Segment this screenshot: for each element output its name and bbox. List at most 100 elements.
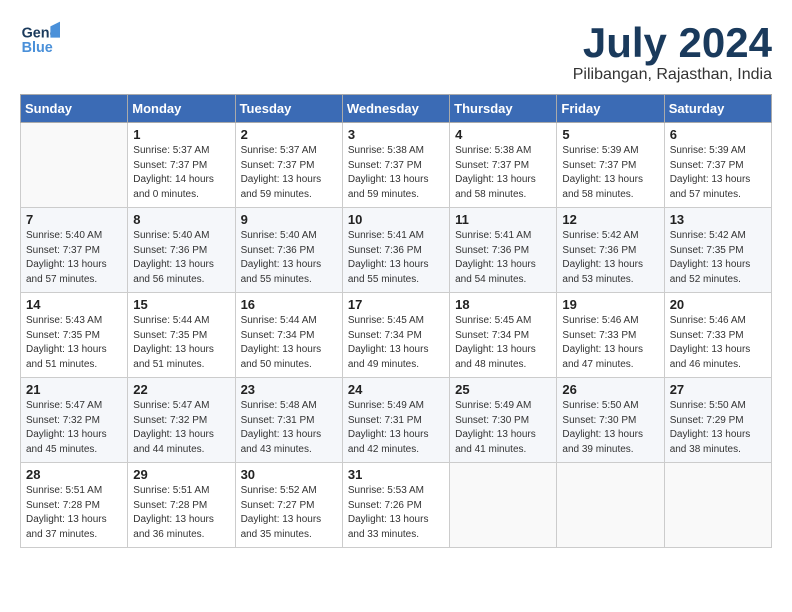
day-number: 11 xyxy=(455,212,551,227)
day-info: Sunrise: 5:38 AM Sunset: 7:37 PM Dayligh… xyxy=(348,144,444,202)
calendar-cell: 19 Sunrise: 5:46 AM Sunset: 7:33 PM Dayli… xyxy=(557,293,664,378)
day-info: Sunrise: 5:48 AM Sunset: 7:31 PM Dayligh… xyxy=(241,399,337,457)
day-number: 10 xyxy=(348,212,444,227)
svg-text:Blue: Blue xyxy=(22,40,53,56)
column-header-saturday: Saturday xyxy=(664,95,771,123)
week-row-2: 7 Sunrise: 5:40 AM Sunset: 7:37 PM Daylig… xyxy=(21,208,772,293)
calendar-header-row: SundayMondayTuesdayWednesdayThursdayFrid… xyxy=(21,95,772,123)
week-row-3: 14Sunrise: 5:43 AM Sunset: 7:35 PM Dayli… xyxy=(21,293,772,378)
column-header-sunday: Sunday xyxy=(21,95,128,123)
day-number: 21 xyxy=(26,382,122,397)
calendar-cell: 26 Sunrise: 5:50 AM Sunset: 7:30 PM Dayli… xyxy=(557,378,664,463)
day-number: 26 xyxy=(562,382,658,397)
day-info: Sunrise: 5:38 AM Sunset: 7:37 PM Dayligh… xyxy=(455,144,551,202)
calendar-cell: 24 Sunrise: 5:49 AM Sunset: 7:31 PM Dayli… xyxy=(342,378,449,463)
title-block: July 2024 Pilibangan, Rajasthan, India xyxy=(573,20,772,84)
calendar-cell: 29 Sunrise: 5:51 AM Sunset: 7:28 PM Dayli… xyxy=(128,463,235,548)
calendar-cell: 1 Sunrise: 5:37 AM Sunset: 7:37 PM Daylig… xyxy=(128,123,235,208)
day-info: Sunrise: 5:42 AM Sunset: 7:36 PM Dayligh… xyxy=(562,229,658,287)
calendar-cell: 12 Sunrise: 5:42 AM Sunset: 7:36 PM Dayli… xyxy=(557,208,664,293)
day-info: Sunrise: 5:44 AM Sunset: 7:35 PM Dayligh… xyxy=(133,314,229,372)
day-number: 24 xyxy=(348,382,444,397)
calendar-cell: 5 Sunrise: 5:39 AM Sunset: 7:37 PM Daylig… xyxy=(557,123,664,208)
location: Pilibangan, Rajasthan, India xyxy=(573,66,772,84)
week-row-1: 1 Sunrise: 5:37 AM Sunset: 7:37 PM Daylig… xyxy=(21,123,772,208)
calendar-cell: 13 Sunrise: 5:42 AM Sunset: 7:35 PM Dayli… xyxy=(664,208,771,293)
column-header-thursday: Thursday xyxy=(450,95,557,123)
day-info: Sunrise: 5:45 AM Sunset: 7:34 PM Dayligh… xyxy=(348,314,444,372)
calendar-cell: 17 Sunrise: 5:45 AM Sunset: 7:34 PM Dayli… xyxy=(342,293,449,378)
calendar-cell: 7 Sunrise: 5:40 AM Sunset: 7:37 PM Daylig… xyxy=(21,208,128,293)
day-info: Sunrise: 5:39 AM Sunset: 7:37 PM Dayligh… xyxy=(562,144,658,202)
day-info: Sunrise: 5:45 AM Sunset: 7:34 PM Dayligh… xyxy=(455,314,551,372)
day-info: Sunrise: 5:43 AM Sunset: 7:35 PM Dayligh… xyxy=(26,314,122,372)
day-number: 12 xyxy=(562,212,658,227)
day-info: Sunrise: 5:51 AM Sunset: 7:28 PM Dayligh… xyxy=(133,484,229,542)
calendar-cell: 2 Sunrise: 5:37 AM Sunset: 7:37 PM Daylig… xyxy=(235,123,342,208)
calendar-cell: 20 Sunrise: 5:46 AM Sunset: 7:33 PM Dayli… xyxy=(664,293,771,378)
day-number: 1 xyxy=(133,127,229,142)
calendar-cell: 27Sunrise: 5:50 AM Sunset: 7:29 PM Dayli… xyxy=(664,378,771,463)
day-info: Sunrise: 5:40 AM Sunset: 7:37 PM Dayligh… xyxy=(26,229,122,287)
day-number: 20 xyxy=(670,297,766,312)
day-number: 7 xyxy=(26,212,122,227)
day-number: 23 xyxy=(241,382,337,397)
column-header-tuesday: Tuesday xyxy=(235,95,342,123)
day-number: 15 xyxy=(133,297,229,312)
calendar-cell: 14Sunrise: 5:43 AM Sunset: 7:35 PM Dayli… xyxy=(21,293,128,378)
calendar-cell: 23 Sunrise: 5:48 AM Sunset: 7:31 PM Dayli… xyxy=(235,378,342,463)
day-number: 16 xyxy=(241,297,337,312)
day-info: Sunrise: 5:41 AM Sunset: 7:36 PM Dayligh… xyxy=(348,229,444,287)
calendar-table: SundayMondayTuesdayWednesdayThursdayFrid… xyxy=(20,94,772,548)
week-row-4: 21 Sunrise: 5:47 AM Sunset: 7:32 PM Dayli… xyxy=(21,378,772,463)
day-info: Sunrise: 5:49 AM Sunset: 7:30 PM Dayligh… xyxy=(455,399,551,457)
day-number: 19 xyxy=(562,297,658,312)
day-info: Sunrise: 5:47 AM Sunset: 7:32 PM Dayligh… xyxy=(133,399,229,457)
day-number: 29 xyxy=(133,467,229,482)
logo: General Blue xyxy=(20,20,64,60)
calendar-cell: 8 Sunrise: 5:40 AM Sunset: 7:36 PM Daylig… xyxy=(128,208,235,293)
day-number: 22 xyxy=(133,382,229,397)
calendar-cell: 10 Sunrise: 5:41 AM Sunset: 7:36 PM Dayli… xyxy=(342,208,449,293)
day-number: 18 xyxy=(455,297,551,312)
calendar-cell: 9Sunrise: 5:40 AM Sunset: 7:36 PM Daylig… xyxy=(235,208,342,293)
day-number: 2 xyxy=(241,127,337,142)
calendar-cell: 4Sunrise: 5:38 AM Sunset: 7:37 PM Daylig… xyxy=(450,123,557,208)
calendar-cell: 15 Sunrise: 5:44 AM Sunset: 7:35 PM Dayli… xyxy=(128,293,235,378)
calendar-cell xyxy=(557,463,664,548)
day-info: Sunrise: 5:47 AM Sunset: 7:32 PM Dayligh… xyxy=(26,399,122,457)
day-number: 28 xyxy=(26,467,122,482)
calendar-cell: 22 Sunrise: 5:47 AM Sunset: 7:32 PM Dayli… xyxy=(128,378,235,463)
day-number: 17 xyxy=(348,297,444,312)
calendar-cell: 18 Sunrise: 5:45 AM Sunset: 7:34 PM Dayli… xyxy=(450,293,557,378)
day-info: Sunrise: 5:51 AM Sunset: 7:28 PM Dayligh… xyxy=(26,484,122,542)
day-info: Sunrise: 5:46 AM Sunset: 7:33 PM Dayligh… xyxy=(562,314,658,372)
day-info: Sunrise: 5:46 AM Sunset: 7:33 PM Dayligh… xyxy=(670,314,766,372)
day-info: Sunrise: 5:37 AM Sunset: 7:37 PM Dayligh… xyxy=(133,144,229,202)
day-info: Sunrise: 5:44 AM Sunset: 7:34 PM Dayligh… xyxy=(241,314,337,372)
day-info: Sunrise: 5:52 AM Sunset: 7:27 PM Dayligh… xyxy=(241,484,337,542)
day-number: 5 xyxy=(562,127,658,142)
day-number: 25 xyxy=(455,382,551,397)
day-info: Sunrise: 5:39 AM Sunset: 7:37 PM Dayligh… xyxy=(670,144,766,202)
calendar-cell: 21 Sunrise: 5:47 AM Sunset: 7:32 PM Dayli… xyxy=(21,378,128,463)
day-info: Sunrise: 5:50 AM Sunset: 7:30 PM Dayligh… xyxy=(562,399,658,457)
day-info: Sunrise: 5:49 AM Sunset: 7:31 PM Dayligh… xyxy=(348,399,444,457)
day-info: Sunrise: 5:40 AM Sunset: 7:36 PM Dayligh… xyxy=(133,229,229,287)
day-number: 30 xyxy=(241,467,337,482)
page-header: General Blue July 2024 Pilibangan, Rajas… xyxy=(20,20,772,84)
day-info: Sunrise: 5:37 AM Sunset: 7:37 PM Dayligh… xyxy=(241,144,337,202)
calendar-cell: 30 Sunrise: 5:52 AM Sunset: 7:27 PM Dayli… xyxy=(235,463,342,548)
column-header-monday: Monday xyxy=(128,95,235,123)
calendar-cell: 6 Sunrise: 5:39 AM Sunset: 7:37 PM Daylig… xyxy=(664,123,771,208)
day-number: 6 xyxy=(670,127,766,142)
day-info: Sunrise: 5:42 AM Sunset: 7:35 PM Dayligh… xyxy=(670,229,766,287)
day-number: 27 xyxy=(670,382,766,397)
calendar-cell xyxy=(664,463,771,548)
calendar-cell: 25 Sunrise: 5:49 AM Sunset: 7:30 PM Dayli… xyxy=(450,378,557,463)
week-row-5: 28 Sunrise: 5:51 AM Sunset: 7:28 PM Dayli… xyxy=(21,463,772,548)
calendar-cell: 31Sunrise: 5:53 AM Sunset: 7:26 PM Dayli… xyxy=(342,463,449,548)
day-number: 9 xyxy=(241,212,337,227)
day-number: 8 xyxy=(133,212,229,227)
day-number: 13 xyxy=(670,212,766,227)
